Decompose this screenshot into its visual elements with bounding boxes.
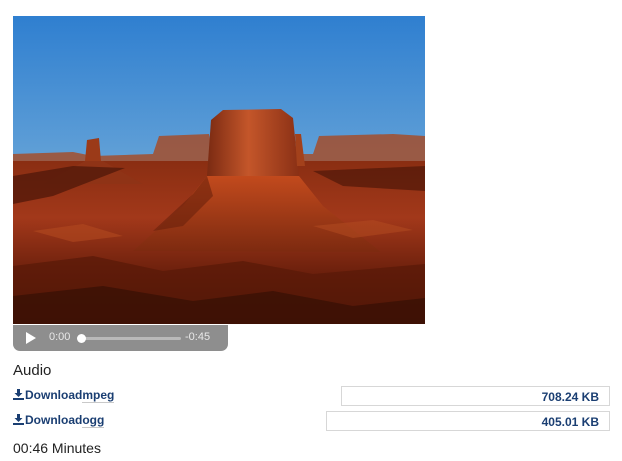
download-row-ogg: Downloadogg 405.01 KB [13,410,610,432]
download-label: Download [25,413,83,427]
elapsed-time: 0:00 [49,331,71,343]
file-size: 405.01 KB [326,411,610,431]
download-ogg-link[interactable]: Downloadogg [13,413,105,428]
seek-handle[interactable] [77,334,86,343]
file-size: 708.24 KB [341,386,610,406]
download-row-mpeg: Downloadmpeg 708.24 KB [13,385,610,407]
download-icon [13,414,24,425]
download-label: Download [25,388,83,402]
audio-player[interactable]: 0:00 -0:45 [13,325,228,351]
download-format: ogg [82,413,105,428]
download-mpeg-link[interactable]: Downloadmpeg [13,388,115,403]
audio-duration: 00:46 Minutes [13,440,101,456]
desert-butte-photo [13,16,425,324]
remaining-time: -0:45 [185,331,211,343]
media-poster-image [13,16,425,324]
play-icon[interactable] [26,332,36,344]
download-icon [13,389,24,400]
download-format: mpeg [82,388,115,403]
seek-slider[interactable] [77,334,181,343]
audio-section-label: Audio [13,362,52,379]
